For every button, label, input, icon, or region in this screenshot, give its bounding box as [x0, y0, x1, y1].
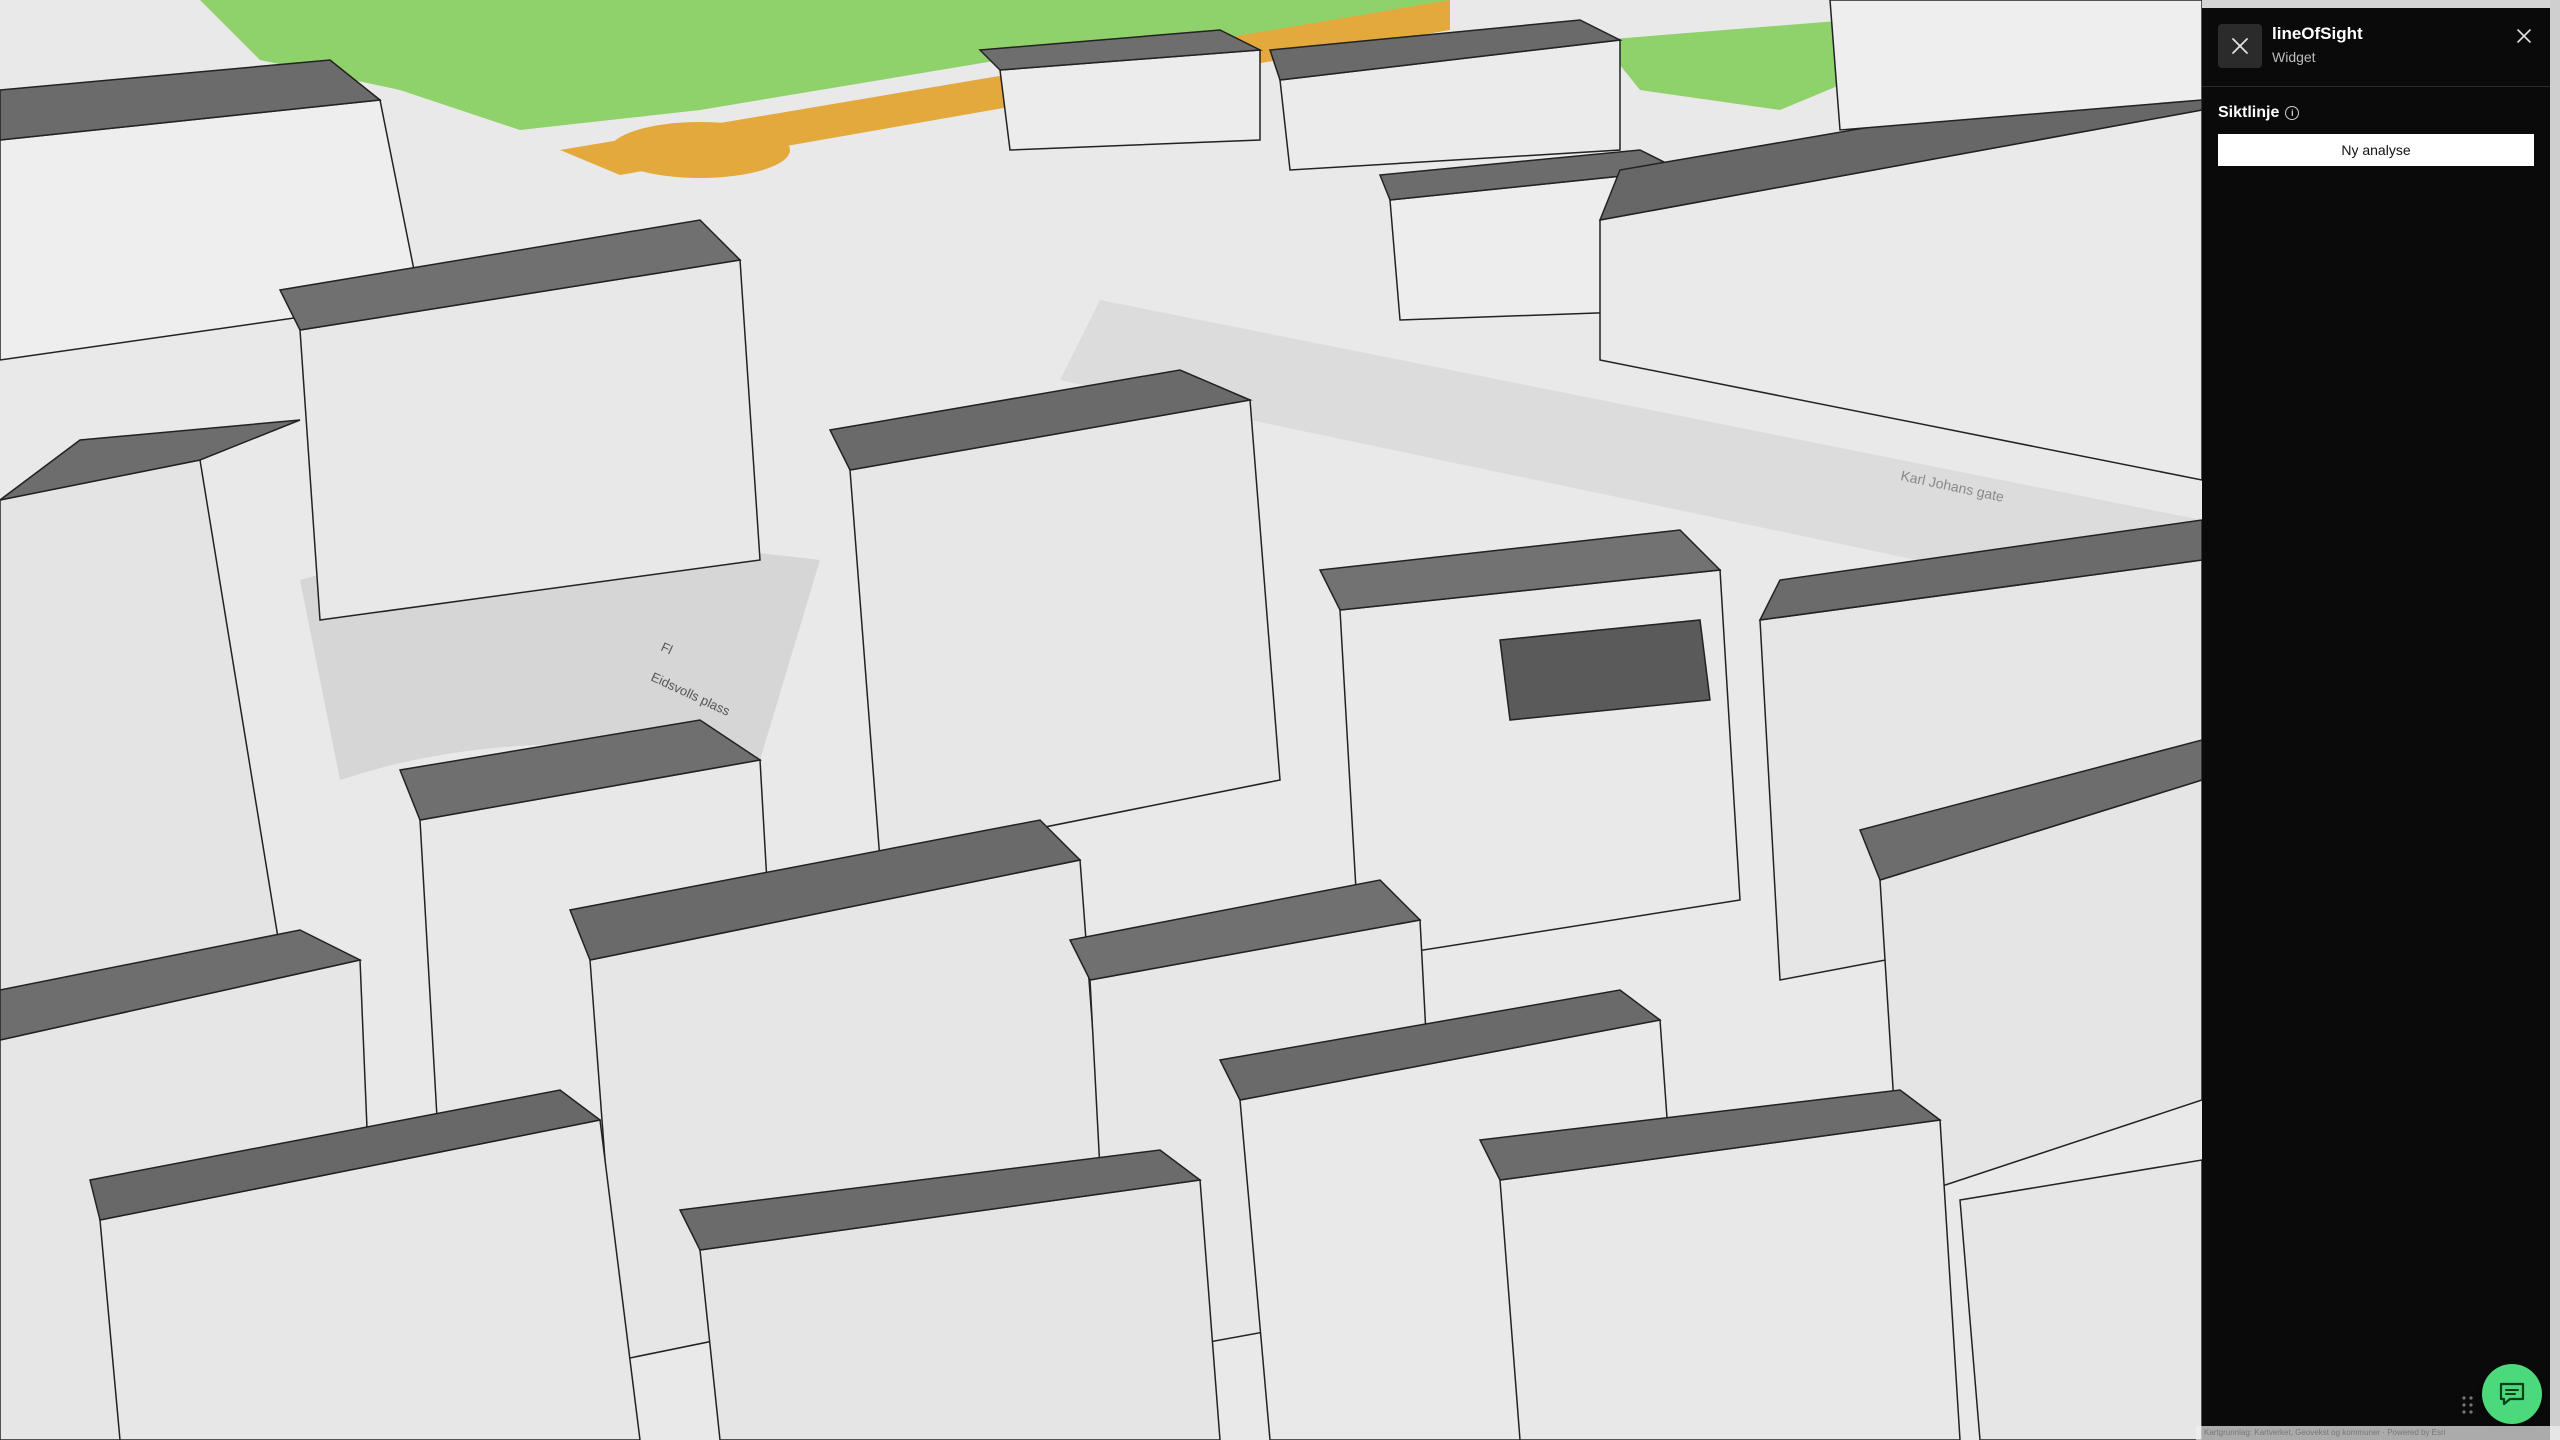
panel-header: lineOfSight Widget: [2202, 8, 2550, 87]
roundabout: [610, 122, 790, 178]
chat-icon: [2499, 1382, 2525, 1406]
line-of-sight-tool-icon: [2218, 24, 2262, 68]
widget-subtitle: Widget: [2272, 49, 2316, 65]
close-icon[interactable]: [2512, 24, 2536, 48]
city-buildings-scene[interactable]: Karl Johans gate Eidsvolls plass Fl: [0, 0, 2202, 1440]
new-analysis-button[interactable]: Ny analyse: [2218, 134, 2534, 166]
top-edge-strip: [2202, 0, 2550, 8]
widget-title: lineOfSight: [2272, 24, 2363, 43]
info-icon[interactable]: i: [2285, 106, 2300, 120]
section-title: Siktlinje i: [2218, 104, 2300, 122]
widget-panel: lineOfSight Widget Siktlinje i Ny analys…: [2202, 8, 2550, 1440]
map-3d-view[interactable]: Karl Johans gate Eidsvolls plass Fl: [0, 0, 2202, 1440]
drag-handle-icon[interactable]: [2460, 1394, 2476, 1416]
right-edge-strip: [2550, 0, 2560, 1440]
map-attribution: Kartgrunnlag: Kartverket, Geovekst og ko…: [2196, 1426, 2560, 1440]
chat-button[interactable]: [2482, 1364, 2542, 1424]
section-title-text: Siktlinje: [2218, 104, 2280, 121]
